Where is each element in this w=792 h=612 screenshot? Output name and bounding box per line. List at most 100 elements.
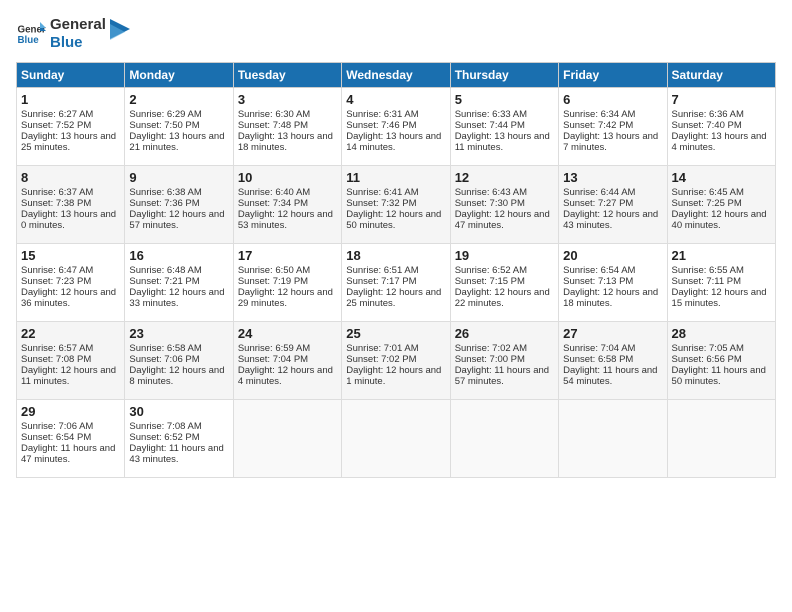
day-number: 13: [563, 170, 662, 185]
calendar-cell: 15Sunrise: 6:47 AMSunset: 7:23 PMDayligh…: [17, 244, 125, 322]
day-number: 19: [455, 248, 554, 263]
calendar-cell: 25Sunrise: 7:01 AMSunset: 7:02 PMDayligh…: [342, 322, 450, 400]
daylight-label: Daylight: 13 hours and 25 minutes.: [21, 131, 116, 153]
day-number: 21: [672, 248, 771, 263]
daylight-label: Daylight: 12 hours and 50 minutes.: [346, 209, 441, 231]
sunset-label: Sunset: 7:38 PM: [21, 198, 91, 209]
day-number: 22: [21, 326, 120, 341]
sunset-label: Sunset: 7:27 PM: [563, 198, 633, 209]
calendar-cell: 27Sunrise: 7:04 AMSunset: 6:58 PMDayligh…: [559, 322, 667, 400]
calendar-cell: 9Sunrise: 6:38 AMSunset: 7:36 PMDaylight…: [125, 166, 233, 244]
calendar-cell: 6 Sunrise: 6:34 AMSunset: 7:42 PMDaylight…: [559, 88, 667, 166]
calendar-cell: [342, 400, 450, 478]
calendar-cell: [450, 400, 558, 478]
sunrise-label: Sunrise: 6:58 AM: [129, 343, 201, 354]
sunset-label: Sunset: 7:50 PM: [129, 120, 199, 131]
sunset-label: Sunset: 7:44 PM: [455, 120, 525, 131]
calendar-cell: 17Sunrise: 6:50 AMSunset: 7:19 PMDayligh…: [233, 244, 341, 322]
daylight-label: Daylight: 13 hours and 7 minutes.: [563, 131, 658, 153]
sunset-label: Sunset: 6:56 PM: [672, 354, 742, 365]
calendar-cell: 3Sunrise: 6:30 AMSunset: 7:48 PMDaylight…: [233, 88, 341, 166]
daylight-label: Daylight: 12 hours and 15 minutes.: [672, 287, 767, 309]
calendar-cell: 18Sunrise: 6:51 AMSunset: 7:17 PMDayligh…: [342, 244, 450, 322]
day-number: 8: [21, 170, 120, 185]
day-number: 6: [563, 92, 662, 107]
calendar-cell: 26Sunrise: 7:02 AMSunset: 7:00 PMDayligh…: [450, 322, 558, 400]
sunset-label: Sunset: 7:52 PM: [21, 120, 91, 131]
daylight-label: Daylight: 13 hours and 11 minutes.: [455, 131, 550, 153]
sunrise-label: Sunrise: 6:47 AM: [21, 265, 93, 276]
calendar-week-row: 15Sunrise: 6:47 AMSunset: 7:23 PMDayligh…: [17, 244, 776, 322]
daylight-label: Daylight: 11 hours and 47 minutes.: [21, 443, 115, 465]
sunrise-label: Sunrise: 7:01 AM: [346, 343, 418, 354]
sunset-label: Sunset: 6:54 PM: [21, 432, 91, 443]
sunrise-label: Sunrise: 7:04 AM: [563, 343, 635, 354]
logo-arrow-icon: [110, 19, 130, 49]
sunrise-label: Sunrise: 6:51 AM: [346, 265, 418, 276]
daylight-label: Daylight: 13 hours and 14 minutes.: [346, 131, 441, 153]
daylight-label: Daylight: 12 hours and 8 minutes.: [129, 365, 224, 387]
sunset-label: Sunset: 7:40 PM: [672, 120, 742, 131]
weekday-header-monday: Monday: [125, 63, 233, 88]
sunset-label: Sunset: 7:48 PM: [238, 120, 308, 131]
daylight-label: Daylight: 12 hours and 40 minutes.: [672, 209, 767, 231]
calendar-cell: [233, 400, 341, 478]
daylight-label: Daylight: 12 hours and 43 minutes.: [563, 209, 658, 231]
sunrise-label: Sunrise: 6:57 AM: [21, 343, 93, 354]
calendar-cell: 13 Sunrise: 6:44 AMSunset: 7:27 PMDayligh…: [559, 166, 667, 244]
daylight-label: Daylight: 11 hours and 43 minutes.: [129, 443, 223, 465]
sunrise-label: Sunrise: 6:45 AM: [672, 187, 744, 198]
day-number: 3: [238, 92, 337, 107]
calendar-cell: [667, 400, 775, 478]
calendar-cell: 1Sunrise: 6:27 AMSunset: 7:52 PMDaylight…: [17, 88, 125, 166]
sunset-label: Sunset: 7:17 PM: [346, 276, 416, 287]
day-number: 29: [21, 404, 120, 419]
daylight-label: Daylight: 11 hours and 57 minutes.: [455, 365, 549, 387]
sunrise-label: Sunrise: 6:31 AM: [346, 109, 418, 120]
sunrise-label: Sunrise: 6:59 AM: [238, 343, 310, 354]
day-number: 20: [563, 248, 662, 263]
sunset-label: Sunset: 7:42 PM: [563, 120, 633, 131]
calendar-cell: 12Sunrise: 6:43 AMSunset: 7:30 PMDayligh…: [450, 166, 558, 244]
calendar-cell: 5Sunrise: 6:33 AMSunset: 7:44 PMDaylight…: [450, 88, 558, 166]
day-number: 11: [346, 170, 445, 185]
daylight-label: Daylight: 11 hours and 50 minutes.: [672, 365, 766, 387]
day-number: 1: [21, 92, 120, 107]
weekday-header-friday: Friday: [559, 63, 667, 88]
sunrise-label: Sunrise: 6:34 AM: [563, 109, 635, 120]
day-number: 15: [21, 248, 120, 263]
daylight-label: Daylight: 12 hours and 29 minutes.: [238, 287, 333, 309]
calendar-cell: 16Sunrise: 6:48 AMSunset: 7:21 PMDayligh…: [125, 244, 233, 322]
sunrise-label: Sunrise: 7:08 AM: [129, 421, 201, 432]
calendar-cell: 22Sunrise: 6:57 AMSunset: 7:08 PMDayligh…: [17, 322, 125, 400]
sunrise-label: Sunrise: 7:06 AM: [21, 421, 93, 432]
day-number: 4: [346, 92, 445, 107]
sunrise-label: Sunrise: 6:36 AM: [672, 109, 744, 120]
sunset-label: Sunset: 7:36 PM: [129, 198, 199, 209]
calendar-table: SundayMondayTuesdayWednesdayThursdayFrid…: [16, 62, 776, 478]
daylight-label: Daylight: 12 hours and 11 minutes.: [21, 365, 116, 387]
weekday-header-saturday: Saturday: [667, 63, 775, 88]
sunrise-label: Sunrise: 6:44 AM: [563, 187, 635, 198]
calendar-cell: 23Sunrise: 6:58 AMSunset: 7:06 PMDayligh…: [125, 322, 233, 400]
svg-text:Blue: Blue: [18, 35, 40, 46]
weekday-header-tuesday: Tuesday: [233, 63, 341, 88]
sunrise-label: Sunrise: 6:55 AM: [672, 265, 744, 276]
sunrise-label: Sunrise: 6:29 AM: [129, 109, 201, 120]
calendar-cell: 24Sunrise: 6:59 AMSunset: 7:04 PMDayligh…: [233, 322, 341, 400]
weekday-header-wednesday: Wednesday: [342, 63, 450, 88]
weekday-header-thursday: Thursday: [450, 63, 558, 88]
calendar-week-row: 8Sunrise: 6:37 AMSunset: 7:38 PMDaylight…: [17, 166, 776, 244]
day-number: 27: [563, 326, 662, 341]
calendar-cell: 30Sunrise: 7:08 AMSunset: 6:52 PMDayligh…: [125, 400, 233, 478]
daylight-label: Daylight: 11 hours and 54 minutes.: [563, 365, 657, 387]
sunrise-label: Sunrise: 6:38 AM: [129, 187, 201, 198]
calendar-cell: 20Sunrise: 6:54 AMSunset: 7:13 PMDayligh…: [559, 244, 667, 322]
calendar-cell: 21Sunrise: 6:55 AMSunset: 7:11 PMDayligh…: [667, 244, 775, 322]
sunrise-label: Sunrise: 7:05 AM: [672, 343, 744, 354]
sunrise-label: Sunrise: 7:02 AM: [455, 343, 527, 354]
day-number: 18: [346, 248, 445, 263]
sunset-label: Sunset: 7:06 PM: [129, 354, 199, 365]
day-number: 2: [129, 92, 228, 107]
calendar-cell: 11Sunrise: 6:41 AMSunset: 7:32 PMDayligh…: [342, 166, 450, 244]
